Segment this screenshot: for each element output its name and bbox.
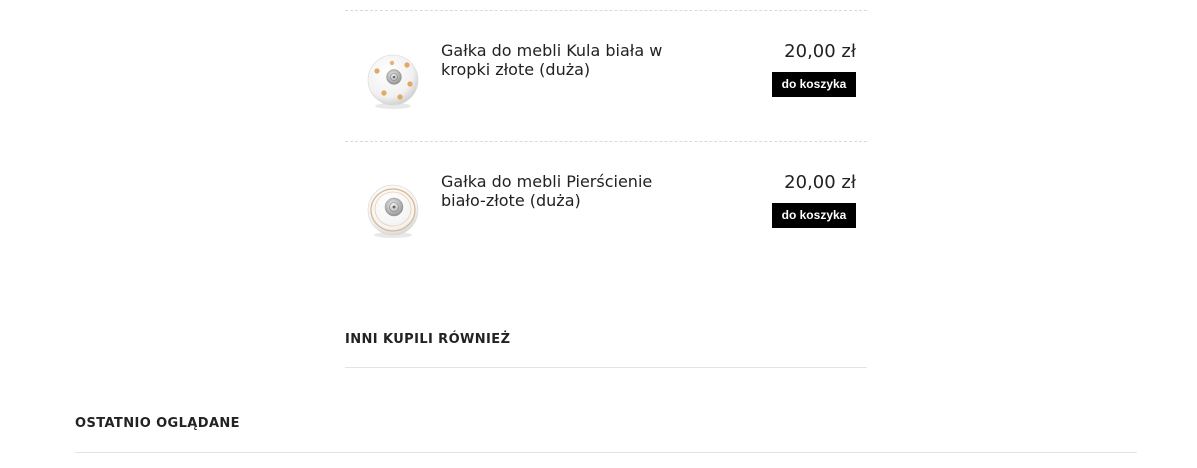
- product-thumbnail[interactable]: [363, 180, 423, 240]
- product-item: Gałka do mebli Pierścienie biało-złote (…: [345, 141, 867, 271]
- divider: [75, 452, 1137, 453]
- recently-viewed-heading: OSTATNIO OGLĄDANE: [75, 416, 240, 431]
- product-price: 20,00 zł: [784, 172, 856, 193]
- divider: [345, 367, 867, 368]
- product-price: 20,00 zł: [784, 41, 856, 62]
- knob-ball-image: [367, 54, 419, 109]
- knob-rings-image: [367, 184, 419, 238]
- page: Gałka do mebli Kula biała w kropki złote…: [0, 0, 1197, 468]
- product-name-link[interactable]: Gałka do mebli Pierścienie biało-złote (…: [441, 172, 701, 210]
- product-item: Gałka do mebli Kula biała w kropki złote…: [345, 11, 867, 141]
- add-to-cart-button[interactable]: do koszyka: [772, 72, 856, 97]
- product-name-link[interactable]: Gałka do mebli Kula biała w kropki złote…: [441, 41, 701, 79]
- product-thumbnail[interactable]: [363, 51, 423, 111]
- also-bought-heading: INNI KUPILI RÓWNIEŻ: [345, 332, 511, 347]
- add-to-cart-button[interactable]: do koszyka: [772, 203, 856, 228]
